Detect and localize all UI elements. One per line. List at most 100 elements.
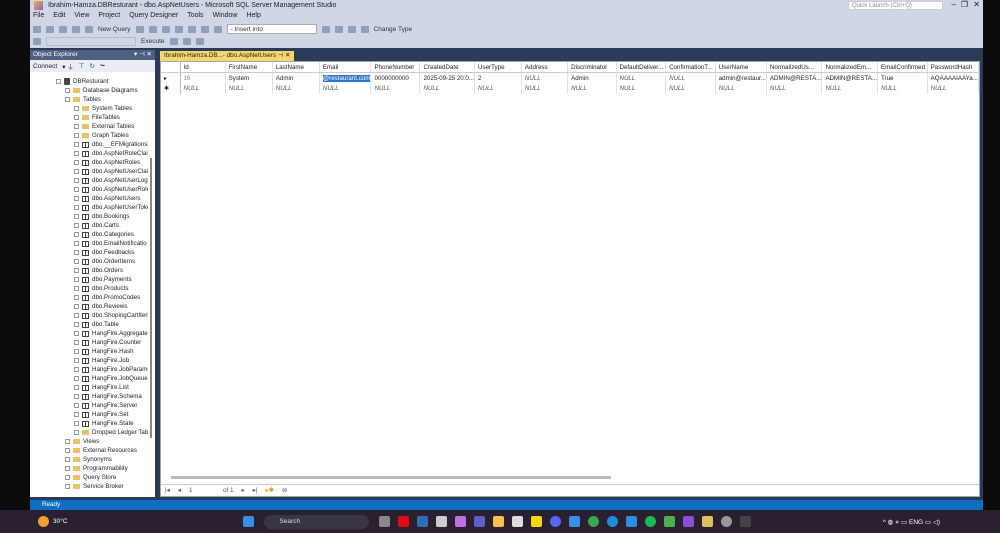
tree-node[interactable]: FileTables (30, 113, 148, 122)
selected-email-text[interactable]: @restaurant.com (322, 74, 370, 82)
table-cell[interactable]: 0000000000 (370, 72, 421, 83)
tree-node[interactable]: dbo.AspNetUserClair (30, 167, 148, 176)
tree-node[interactable]: dbo.PromoCodes (30, 293, 148, 302)
restore-button[interactable]: ❐ (961, 0, 968, 9)
tree-node[interactable]: Database Diagrams (30, 86, 148, 95)
expand-icon[interactable] (74, 277, 79, 282)
excel-icon[interactable] (663, 516, 675, 527)
table-cell[interactable]: 2 (474, 72, 522, 83)
tree-node[interactable]: HangFire.Job (30, 356, 148, 365)
insert-into-dropdown[interactable]: - Insert into (226, 24, 317, 34)
expand-icon[interactable] (74, 331, 79, 336)
expand-icon[interactable] (74, 205, 79, 210)
column-header[interactable]: CreatedDate (419, 62, 476, 73)
tab-aspnetusers[interactable]: Ibrahim-Hamza.DB...- dbo.AspNetUsers ⊣ ✕ (160, 51, 295, 61)
tree-node[interactable]: dbo.AspNetUsers (30, 194, 148, 203)
expand-icon[interactable] (65, 88, 70, 93)
tree-node[interactable]: dbo.Table (30, 320, 148, 329)
table-cell[interactable]: ADMIN@RESTA... (821, 72, 878, 83)
tree-node[interactable]: HangFire.JobQueue (30, 374, 148, 383)
tree-node[interactable]: dbo.EmailNotificatio (30, 239, 148, 248)
table-cell[interactable]: NULL (225, 83, 273, 94)
expand-icon[interactable] (74, 142, 79, 147)
tree-node[interactable]: dbo.Bookings (30, 212, 148, 221)
explorer-icon[interactable] (492, 516, 504, 527)
tree-node[interactable]: Query Store (30, 473, 148, 482)
table-cell[interactable]: 16 (180, 72, 226, 83)
table-cell[interactable]: ADMIN@RESTA... (766, 72, 823, 83)
table-cell[interactable]: AQAAAAIAAYa... (927, 72, 980, 83)
expand-icon[interactable] (74, 196, 79, 201)
save-icon[interactable] (85, 25, 93, 33)
expand-icon[interactable] (74, 304, 79, 309)
expand-icon[interactable] (74, 340, 79, 345)
expand-icon[interactable] (74, 394, 79, 399)
table-cell[interactable]: NULL (766, 83, 823, 94)
table-cell[interactable]: NULL (616, 83, 667, 94)
tree-node[interactable]: Dropped Ledger Tabl (30, 428, 148, 437)
expand-icon[interactable] (74, 268, 79, 273)
stop-icon[interactable]: ⊚ (282, 487, 287, 494)
tree-node[interactable]: HangFire.JobParamet (30, 365, 148, 374)
tree-node[interactable]: Graph Tables (30, 131, 148, 140)
column-header[interactable]: NormalizedEm... (821, 62, 878, 73)
tree-node[interactable]: dbo.AspNetUserToke (30, 203, 148, 212)
taskview-icon[interactable] (378, 516, 390, 527)
expand-icon[interactable] (65, 484, 70, 489)
menu-window[interactable]: Window (213, 12, 238, 19)
tree-node[interactable]: HangFire.State (30, 419, 148, 428)
column-header[interactable]: EmailConfirmed (877, 62, 928, 73)
forward-icon[interactable] (46, 25, 54, 33)
tree-node[interactable]: Views (30, 437, 148, 446)
netflix-icon[interactable] (397, 516, 409, 527)
back-icon[interactable] (33, 25, 41, 33)
tree-node[interactable]: DBResturant (30, 77, 148, 86)
copilot-icon[interactable] (454, 516, 466, 527)
column-header[interactable]: NormalizedUs... (766, 62, 823, 73)
column-header[interactable]: Address (521, 62, 569, 73)
column-header[interactable]: UserType (474, 62, 522, 73)
expand-icon[interactable] (74, 421, 79, 426)
expand-icon[interactable] (74, 385, 79, 390)
next-record-button[interactable]: ▸ (241, 487, 244, 494)
tree-node[interactable]: HangFire.Counter (30, 338, 148, 347)
table-cell[interactable]: True (877, 72, 928, 83)
tree-node[interactable]: HangFire.Hash (30, 347, 148, 356)
menu-query-designer[interactable]: Query Designer (129, 12, 178, 19)
app-icon[interactable] (720, 516, 732, 527)
tree-node[interactable]: dbo.OrderItems (30, 257, 148, 266)
diagram-pane-icon[interactable] (347, 25, 356, 33)
column-header[interactable]: FirstName (225, 62, 273, 73)
tab-close-icon[interactable]: ✕ (285, 52, 290, 59)
tree-node[interactable]: dbo.Feedbacks (30, 248, 148, 257)
expand-icon[interactable] (65, 439, 70, 444)
expand-icon[interactable] (74, 169, 79, 174)
expand-icon[interactable] (74, 115, 79, 120)
expand-icon[interactable] (74, 187, 79, 192)
expand-icon[interactable] (74, 403, 79, 408)
tree-node[interactable]: External Resources (30, 446, 148, 455)
expand-icon[interactable] (74, 349, 79, 354)
open-icon[interactable] (72, 25, 80, 33)
filter-icon[interactable] (33, 37, 41, 45)
menu-edit[interactable]: Edit (53, 12, 65, 19)
expand-icon[interactable] (74, 214, 79, 219)
expand-icon[interactable] (74, 241, 79, 246)
row-selector[interactable]: ✱ (161, 83, 181, 94)
pin-close-icon[interactable]: ▾ ⊣ ✕ (134, 50, 152, 60)
tree-node[interactable]: dbo.AspNetUserLogi (30, 176, 148, 185)
refresh-icon[interactable]: ↻ (89, 62, 94, 70)
expand-icon[interactable] (74, 160, 79, 165)
grid-pane-icon[interactable] (360, 25, 369, 33)
expand-icon[interactable] (74, 367, 79, 372)
undo-icon[interactable] (200, 25, 209, 33)
expand-icon[interactable] (74, 313, 79, 318)
discord-icon[interactable] (549, 516, 561, 527)
new-record-button[interactable]: ▸✱ (265, 487, 273, 494)
expand-icon[interactable] (74, 295, 79, 300)
menu-view[interactable]: View (74, 12, 89, 19)
properties-icon[interactable] (321, 25, 330, 33)
todo-icon[interactable] (568, 516, 580, 527)
tree-node[interactable]: System Tables (30, 104, 148, 113)
new-project-icon[interactable] (59, 25, 67, 33)
